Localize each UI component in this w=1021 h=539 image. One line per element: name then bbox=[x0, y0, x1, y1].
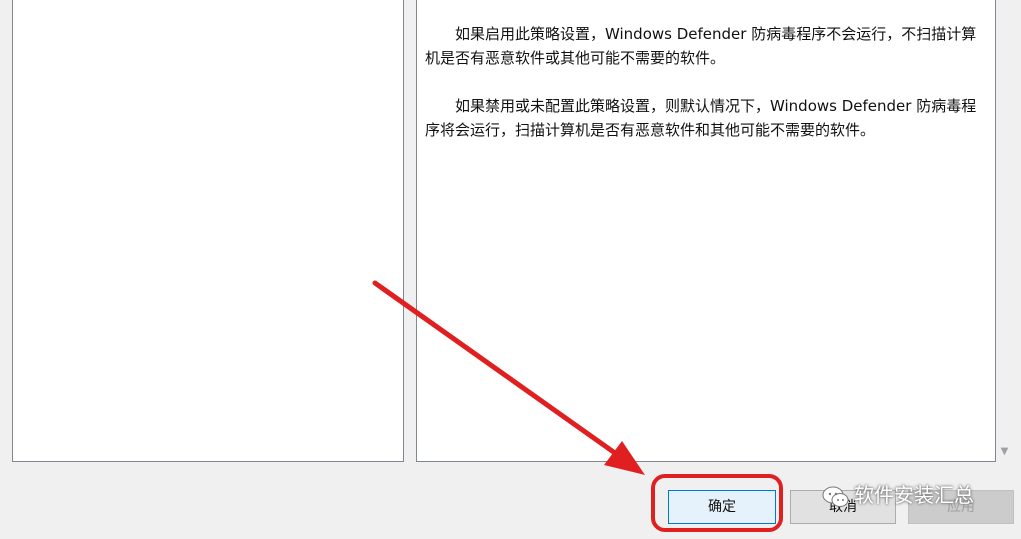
wechat-icon bbox=[822, 486, 849, 507]
arrow-shaft bbox=[372, 280, 625, 461]
annotation-arrow bbox=[372, 280, 645, 475]
watermark: 软件安装汇总 bbox=[822, 480, 974, 510]
arrow-head bbox=[604, 441, 645, 475]
watermark-text: 软件安装汇总 bbox=[854, 483, 974, 507]
